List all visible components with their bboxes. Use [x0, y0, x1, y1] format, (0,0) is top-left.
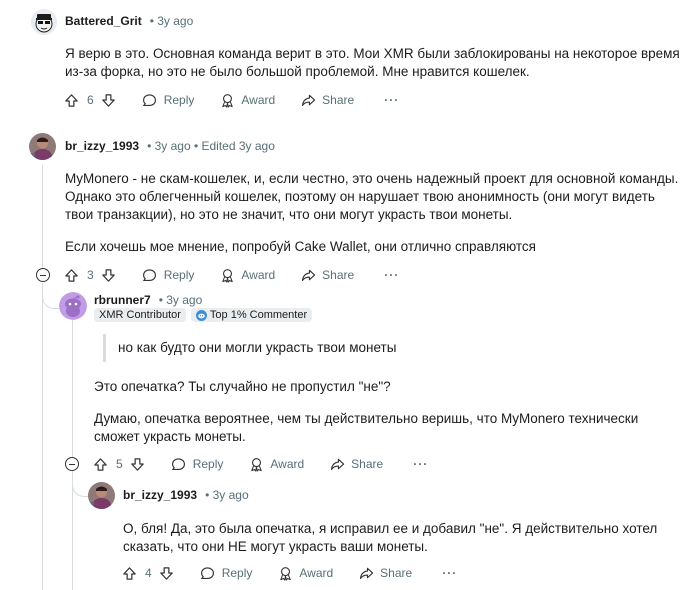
- user-flair: XMR Contributor: [94, 308, 186, 322]
- speech-bubble-icon: [142, 267, 158, 283]
- award-button[interactable]: Award: [277, 565, 333, 581]
- thread-line-1: [42, 165, 43, 269]
- more-options-button[interactable]: ···: [442, 566, 457, 580]
- downvote-arrow-icon[interactable]: [101, 267, 117, 283]
- award-ribbon-icon: [219, 92, 235, 108]
- award-label: Award: [299, 566, 334, 580]
- comment-username[interactable]: rbrunner7: [94, 293, 151, 307]
- thread-curve-1: [42, 283, 60, 309]
- share-arrow-icon: [300, 92, 316, 108]
- vote-count: 5: [116, 457, 123, 471]
- upvote-arrow-icon[interactable]: [63, 92, 79, 108]
- share-button[interactable]: Share: [300, 92, 354, 108]
- award-ribbon-icon: [219, 267, 235, 283]
- comment-body: MyMonero - не скам-кошелек, и, если чест…: [65, 170, 680, 256]
- reply-button[interactable]: Reply: [142, 267, 195, 283]
- snoo-flair-icon: [195, 309, 207, 321]
- comment-username[interactable]: br_izzy_1993: [65, 139, 139, 153]
- reply-button[interactable]: Reply: [200, 565, 253, 581]
- comment-username[interactable]: Battered_Grit: [65, 14, 142, 28]
- reply-button[interactable]: Reply: [171, 456, 224, 472]
- comment-paragraph: Если хочешь мое мнение, попробуй Cake Wa…: [65, 239, 536, 254]
- share-button[interactable]: Share: [300, 267, 354, 283]
- comment-meta: • 3y ago • Edited 3y ago: [147, 139, 275, 153]
- top-commenter-label: Top 1% Commenter: [209, 309, 308, 321]
- comment-paragraph: Это опечатка? Ты случайно не пропустил "…: [94, 379, 391, 394]
- award-label: Award: [270, 457, 305, 471]
- vote-count: 6: [87, 93, 94, 107]
- comment-actions: 3 Reply Award Share ···: [63, 264, 399, 286]
- upvote-arrow-icon[interactable]: [63, 267, 79, 283]
- speech-bubble-icon: [142, 92, 158, 108]
- award-button[interactable]: Award: [248, 456, 304, 472]
- thread-line-1b: [42, 283, 43, 590]
- comment-actions: 4 Reply Award Share ···: [121, 562, 457, 584]
- comment-meta: • 3y ago: [158, 293, 203, 307]
- downvote-arrow-icon[interactable]: [130, 456, 146, 472]
- comment-body: Это опечатка? Ты случайно не пропустил "…: [94, 378, 684, 446]
- reply-button[interactable]: Reply: [142, 92, 195, 108]
- reply-label: Reply: [163, 93, 195, 107]
- award-ribbon-icon: [248, 456, 264, 472]
- more-options-button[interactable]: ···: [413, 457, 428, 471]
- avatar[interactable]: [88, 482, 115, 509]
- more-options-button[interactable]: ···: [384, 93, 399, 107]
- collapse-minus-icon[interactable]: [65, 457, 79, 471]
- comment-meta: • 3y ago: [149, 14, 194, 28]
- share-button[interactable]: Share: [358, 565, 412, 581]
- comment-meta: • 3y ago: [205, 488, 249, 502]
- vote-count: 3: [87, 268, 94, 282]
- comment-paragraph: О, бля! Да, это была опечатка, я исправи…: [123, 521, 658, 554]
- blockquote: но как будто они могли украсть твои моне…: [103, 334, 538, 362]
- collapse-minus-icon[interactable]: [36, 268, 50, 282]
- award-ribbon-icon: [277, 565, 293, 581]
- downvote-arrow-icon[interactable]: [159, 565, 175, 581]
- share-label: Share: [322, 268, 355, 282]
- reply-label: Reply: [163, 268, 195, 282]
- upvote-arrow-icon[interactable]: [92, 456, 108, 472]
- award-label: Award: [241, 268, 276, 282]
- award-button[interactable]: Award: [219, 92, 275, 108]
- thread-line-2: [72, 320, 73, 458]
- share-label: Share: [380, 566, 413, 580]
- speech-bubble-icon: [200, 565, 216, 581]
- vote-count: 4: [145, 566, 152, 580]
- comment-paragraph: Думаю, опечатка вероятнее, чем ты действ…: [94, 411, 639, 444]
- comment-actions: 5 Reply Award Share ···: [92, 453, 428, 475]
- avatar[interactable]: [31, 9, 57, 35]
- quote-text: но как будто они могли украсть твои моне…: [118, 340, 397, 355]
- more-options-button[interactable]: ···: [384, 268, 399, 282]
- share-label: Share: [351, 457, 384, 471]
- comment-body: О, бля! Да, это была опечатка, я исправи…: [123, 520, 688, 556]
- top-commenter-badge: Top 1% Commenter: [190, 308, 313, 322]
- share-button[interactable]: Share: [329, 456, 383, 472]
- speech-bubble-icon: [171, 456, 187, 472]
- share-arrow-icon: [358, 565, 374, 581]
- comment-paragraph: MyMonero - не скам-кошелек, и, если чест…: [65, 171, 679, 222]
- share-label: Share: [322, 93, 355, 107]
- reply-label: Reply: [192, 457, 224, 471]
- comment-username[interactable]: br_izzy_1993: [123, 488, 197, 502]
- award-button[interactable]: Award: [219, 267, 275, 283]
- award-label: Award: [241, 93, 276, 107]
- comment-body: Я верю в это. Основная команда верит в э…: [65, 45, 680, 81]
- upvote-arrow-icon[interactable]: [121, 565, 137, 581]
- comment-paragraph: Я верю в это. Основная команда верит в э…: [65, 46, 680, 79]
- avatar[interactable]: [29, 133, 56, 160]
- share-arrow-icon: [300, 267, 316, 283]
- reply-label: Reply: [221, 566, 253, 580]
- comment-actions: 6 Reply Award Share ···: [63, 89, 399, 111]
- avatar[interactable]: [59, 292, 87, 320]
- downvote-arrow-icon[interactable]: [101, 92, 117, 108]
- share-arrow-icon: [329, 456, 345, 472]
